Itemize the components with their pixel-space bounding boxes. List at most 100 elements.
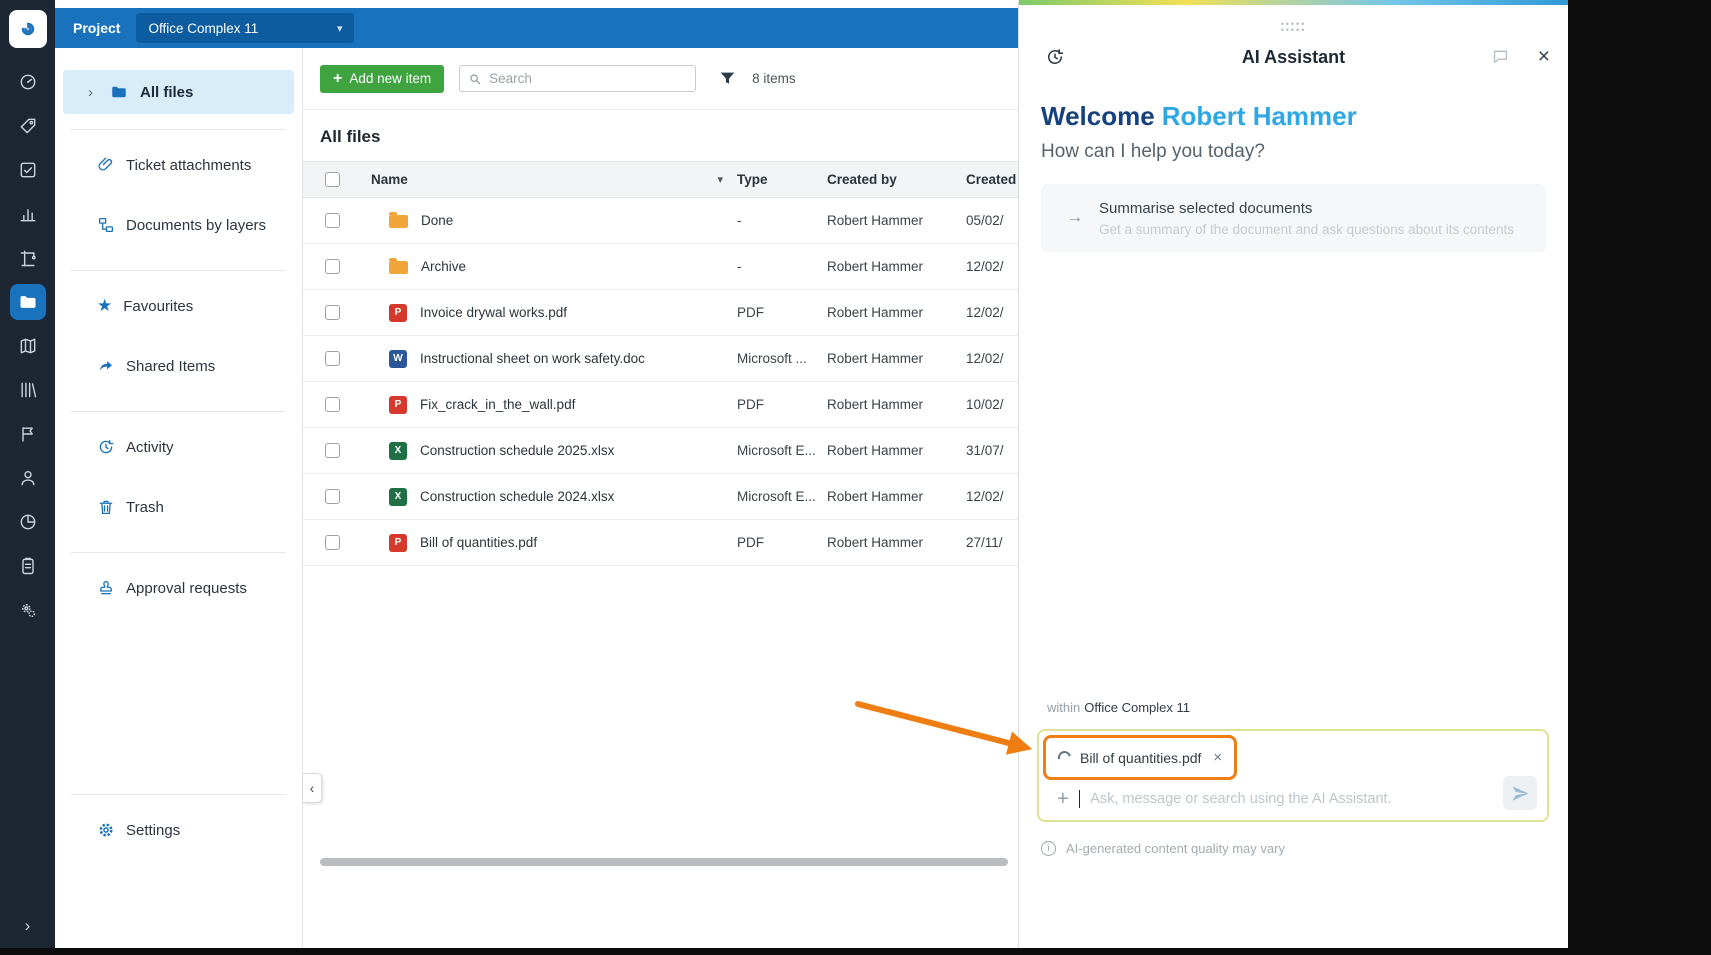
row-checkbox[interactable] xyxy=(324,443,340,458)
send-button[interactable] xyxy=(1503,776,1537,810)
select-all-checkbox[interactable] xyxy=(324,172,340,187)
row-checkbox[interactable] xyxy=(324,535,340,550)
row-checkbox[interactable] xyxy=(324,351,340,366)
excel-file-icon: X xyxy=(389,487,407,506)
sort-caret-icon[interactable]: ▾ xyxy=(717,173,723,186)
file-name[interactable]: Invoice drywal works.pdf xyxy=(420,305,567,320)
suggestion-card-summarise[interactable]: → Summarise selected documents Get a sum… xyxy=(1041,184,1546,252)
app-logo[interactable] xyxy=(8,10,47,48)
loading-spinner-icon xyxy=(1055,748,1074,767)
table-row[interactable]: X Construction schedule 2024.xlsx Microso… xyxy=(303,474,1018,520)
rail-item-flags[interactable] xyxy=(0,412,55,456)
column-label: Created by xyxy=(827,172,897,187)
search-icon xyxy=(468,72,482,86)
ai-message-input[interactable]: + Ask, message or search using the AI As… xyxy=(1057,789,1481,809)
ai-disclaimer: i AI-generated content quality may vary xyxy=(1041,841,1285,856)
file-name[interactable]: Bill of quantities.pdf xyxy=(420,535,537,550)
rail-item-automations[interactable] xyxy=(0,588,55,632)
history-icon xyxy=(97,438,115,456)
rail-item-tasks[interactable] xyxy=(0,148,55,192)
sidebar-item-settings[interactable]: Settings xyxy=(55,800,302,860)
sidebar-item-documents-by-layers[interactable]: Documents by layers xyxy=(55,195,302,255)
file-created-date: 12/02/ xyxy=(966,259,1004,274)
column-header-created-by[interactable]: Created by xyxy=(827,172,966,187)
suggestion-description: Get a summary of the document and ask qu… xyxy=(1099,221,1514,237)
drag-handle[interactable]: ••••• ••••• xyxy=(1019,20,1568,35)
file-name[interactable]: Archive xyxy=(421,259,466,274)
folder-icon xyxy=(389,212,408,228)
table-row[interactable]: P Invoice drywal works.pdf PDF Robert Ham… xyxy=(303,290,1018,336)
excel-file-icon: X xyxy=(389,441,407,460)
rail-item-library[interactable] xyxy=(0,368,55,412)
sidebar-item-approval-requests[interactable]: Approval requests xyxy=(55,558,302,618)
sidebar-item-label: Trash xyxy=(126,498,164,516)
file-name[interactable]: Done xyxy=(421,213,453,228)
items-count: 8 items xyxy=(752,71,796,86)
add-new-item-button[interactable]: + Add new item xyxy=(320,64,445,93)
file-name[interactable]: Construction schedule 2025.xlsx xyxy=(420,443,614,458)
search-input[interactable] xyxy=(489,71,688,86)
ai-close-button[interactable]: × xyxy=(1538,46,1550,67)
rail-expand-button[interactable]: › xyxy=(0,916,55,936)
search-box[interactable] xyxy=(459,65,697,92)
ai-feedback-button[interactable] xyxy=(1491,47,1510,66)
table-row[interactable]: P Fix_crack_in_the_wall.pdf PDF Robert Ha… xyxy=(303,382,1018,428)
row-checkbox[interactable] xyxy=(324,259,340,274)
column-header-name[interactable]: Name ▾ xyxy=(361,172,737,187)
file-name[interactable]: Fix_crack_in_the_wall.pdf xyxy=(420,397,575,412)
horizontal-scrollbar[interactable] xyxy=(320,858,1008,866)
file-created-date: 31/07/ xyxy=(966,443,1004,458)
table-row[interactable]: P Bill of quantities.pdf PDF Robert Hamme… xyxy=(303,520,1018,566)
ai-header: AI Assistant × xyxy=(1019,41,1568,77)
input-placeholder: Ask, message or search using the AI Assi… xyxy=(1090,791,1392,807)
rail-item-plans[interactable] xyxy=(0,324,55,368)
file-name[interactable]: Instructional sheet on work safety.doc xyxy=(420,351,645,366)
ai-gradient-bar xyxy=(1019,0,1568,5)
project-selector[interactable]: Office Complex 11 ▾ xyxy=(136,13,355,43)
icon-rail: › xyxy=(0,0,55,948)
rail-item-tags[interactable] xyxy=(0,104,55,148)
sidebar-item-all-files[interactable]: › All files xyxy=(63,70,294,114)
file-created-date: 12/02/ xyxy=(966,305,1004,320)
rail-item-reports[interactable] xyxy=(0,500,55,544)
rail-item-forms[interactable] xyxy=(0,544,55,588)
row-checkbox[interactable] xyxy=(324,489,340,504)
sidebar-item-ticket-attachments[interactable]: Ticket attachments xyxy=(55,135,302,195)
info-icon: i xyxy=(1041,841,1056,856)
scope-project: Office Complex 11 xyxy=(1084,700,1190,715)
rail-item-dashboard[interactable] xyxy=(0,60,55,104)
column-label: Name xyxy=(371,172,408,187)
sidebar-collapse-button[interactable]: ‹ xyxy=(303,773,322,803)
files-toolbar: + Add new item 8 items xyxy=(303,48,1018,110)
attached-document-chip[interactable]: Bill of quantities.pdf × xyxy=(1043,735,1238,780)
expand-chevron-icon[interactable]: › xyxy=(88,84,98,101)
attach-plus-icon[interactable]: + xyxy=(1057,789,1069,809)
file-type: PDF xyxy=(737,397,764,412)
chart-icon xyxy=(18,204,38,224)
rail-item-statistics[interactable] xyxy=(0,192,55,236)
sidebar-item-favourites[interactable]: ★ Favourites xyxy=(55,276,302,336)
table-row[interactable]: X Construction schedule 2025.xlsx Microso… xyxy=(303,428,1018,474)
column-header-created-on[interactable]: Created o xyxy=(966,172,1018,187)
table-row[interactable]: W Instructional sheet on work safety.doc … xyxy=(303,336,1018,382)
welcome-text: Welcome xyxy=(1041,101,1155,131)
rail-item-users[interactable] xyxy=(0,456,55,500)
sidebar-item-trash[interactable]: Trash xyxy=(55,477,302,537)
row-checkbox[interactable] xyxy=(324,397,340,412)
suggestion-title: Summarise selected documents xyxy=(1099,199,1313,217)
table-row[interactable]: Done - Robert Hammer 05/02/ xyxy=(303,198,1018,244)
row-checkbox[interactable] xyxy=(324,213,340,228)
chip-remove-icon[interactable]: × xyxy=(1213,749,1222,766)
column-header-type[interactable]: Type xyxy=(737,172,827,187)
sidebar-item-activity[interactable]: Activity xyxy=(55,417,302,477)
sidebar-item-label: Documents by layers xyxy=(126,216,267,234)
row-checkbox[interactable] xyxy=(324,305,340,320)
ai-input-container[interactable]: Bill of quantities.pdf × + Ask, message … xyxy=(1037,729,1549,822)
file-name[interactable]: Construction schedule 2024.xlsx xyxy=(420,489,614,504)
sidebar-item-shared-items[interactable]: Shared Items xyxy=(55,336,302,396)
gear-icon xyxy=(97,821,115,839)
rail-item-site[interactable] xyxy=(0,236,55,280)
rail-item-documents[interactable] xyxy=(0,280,55,324)
table-row[interactable]: Archive - Robert Hammer 12/02/ xyxy=(303,244,1018,290)
filter-button[interactable] xyxy=(718,69,737,88)
